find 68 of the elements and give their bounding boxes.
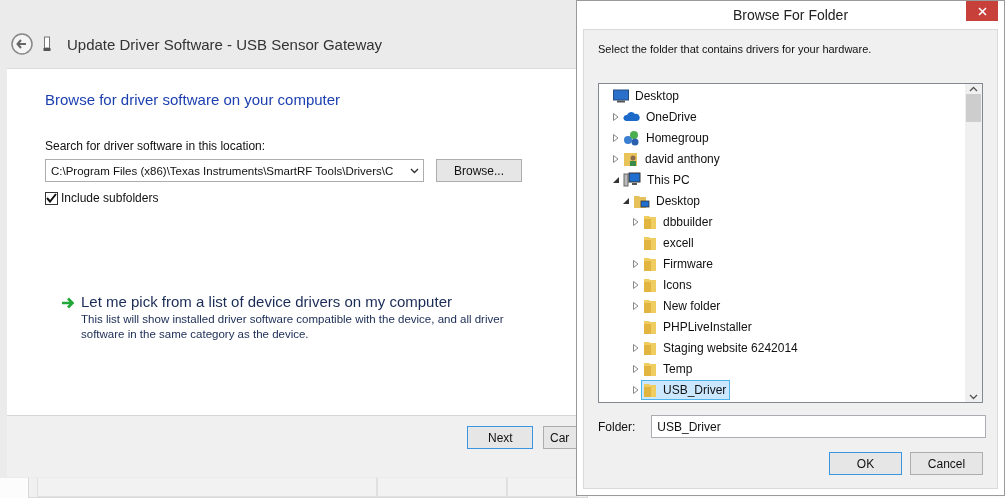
scroll-down-icon[interactable]	[969, 394, 978, 400]
tree-item[interactable]: Staging website 6242014	[641, 337, 802, 358]
collapsed-triangle-icon[interactable]	[633, 259, 639, 268]
close-button[interactable]	[966, 1, 998, 21]
tree-item[interactable]: excell	[641, 232, 698, 253]
tree-item[interactable]: New folder	[641, 295, 725, 316]
checkbox[interactable]	[45, 191, 58, 205]
wizard-button[interactable]: Next	[467, 426, 533, 449]
instruction-text: Select the folder that contains drivers for your hardware.	[598, 43, 873, 55]
tree-item[interactable]: dbbuilder	[641, 211, 717, 232]
dialog-button[interactable]: OK	[829, 452, 902, 475]
option-description: This list will show installed driver software compatible with the device, and all driver software in the same category as the device.	[81, 312, 505, 342]
tree-item[interactable]: Homegroup	[621, 127, 713, 148]
folder-icon	[643, 381, 657, 398]
collapsed-triangle-icon[interactable]	[613, 112, 619, 121]
folder-icon	[643, 318, 657, 335]
tree-item[interactable]: Temp	[641, 358, 697, 379]
dialog-title: Browse For Folder	[732, 7, 849, 25]
collapsed-triangle-icon[interactable]	[613, 133, 619, 142]
browse-button[interactable]: Browse...	[436, 159, 522, 182]
checkbox-label: Include subfolders	[61, 191, 159, 205]
tree-item[interactable]: Desktop	[611, 85, 684, 106]
scroll-up-icon[interactable]	[969, 86, 978, 92]
cloud-icon	[623, 111, 640, 122]
collapsed-triangle-icon[interactable]	[633, 343, 639, 352]
folder-icon	[643, 360, 657, 377]
arrow-right-icon	[61, 297, 75, 309]
expanded-triangle-icon[interactable]	[613, 175, 619, 184]
page-heading: Browse for driver software on your computer	[45, 91, 342, 108]
folder-icon	[643, 213, 657, 230]
window-title: Update Driver Software - USB Sensor Gateway	[67, 35, 383, 53]
user-folder-icon	[623, 150, 639, 167]
scrollbar[interactable]	[965, 84, 982, 402]
scrollbar-thumb[interactable]	[966, 94, 981, 122]
expanded-triangle-icon[interactable]	[623, 196, 629, 205]
collapsed-triangle-icon[interactable]	[633, 385, 639, 394]
tree-item[interactable]: Desktop	[631, 190, 705, 211]
tree-item[interactable]: PHPLiveInstaller	[641, 316, 756, 337]
tree-item[interactable]: Icons	[641, 274, 696, 295]
collapsed-triangle-icon[interactable]	[613, 154, 619, 163]
collapsed-triangle-icon[interactable]	[633, 280, 639, 289]
tree-item[interactable]: This PC	[621, 169, 694, 190]
wizard-button[interactable]: Car	[543, 426, 577, 449]
network-icon	[623, 129, 640, 146]
folder-icon	[643, 255, 657, 272]
monitor-icon	[613, 88, 629, 103]
tree-item[interactable]: Firmware	[641, 253, 717, 274]
folder-input-field[interactable]: USB_Driver	[651, 415, 987, 438]
collapsed-triangle-icon[interactable]	[633, 217, 639, 226]
folder-icon	[643, 339, 657, 356]
location-label: Search for driver software in this location:	[45, 139, 267, 153]
dialog-button[interactable]: Cancel	[910, 452, 983, 475]
computer-icon	[623, 171, 641, 188]
back-icon[interactable]	[11, 33, 33, 55]
tree-item[interactable]: OneDrive	[621, 106, 701, 127]
pick-from-list-link[interactable]: Let me pick from a list of device drivers on my computer	[81, 293, 541, 310]
usb-device-icon	[43, 36, 51, 52]
close-icon	[977, 6, 987, 16]
chevron-down-icon	[410, 167, 419, 174]
folder-icon	[643, 297, 657, 314]
tree-item[interactable]: USB_Driver	[641, 379, 731, 400]
folder-label: Folder:	[598, 419, 636, 434]
collapsed-triangle-icon[interactable]	[633, 301, 639, 310]
folder-icon	[643, 234, 657, 251]
collapsed-triangle-icon[interactable]	[633, 364, 639, 373]
location-combo-box[interactable]: C:\Program Files (x86)\Texas Instruments\SmartRF Tools\Drivers\C	[45, 159, 424, 182]
folder-icon	[643, 276, 657, 293]
tree-item[interactable]: david anthony	[621, 148, 724, 169]
